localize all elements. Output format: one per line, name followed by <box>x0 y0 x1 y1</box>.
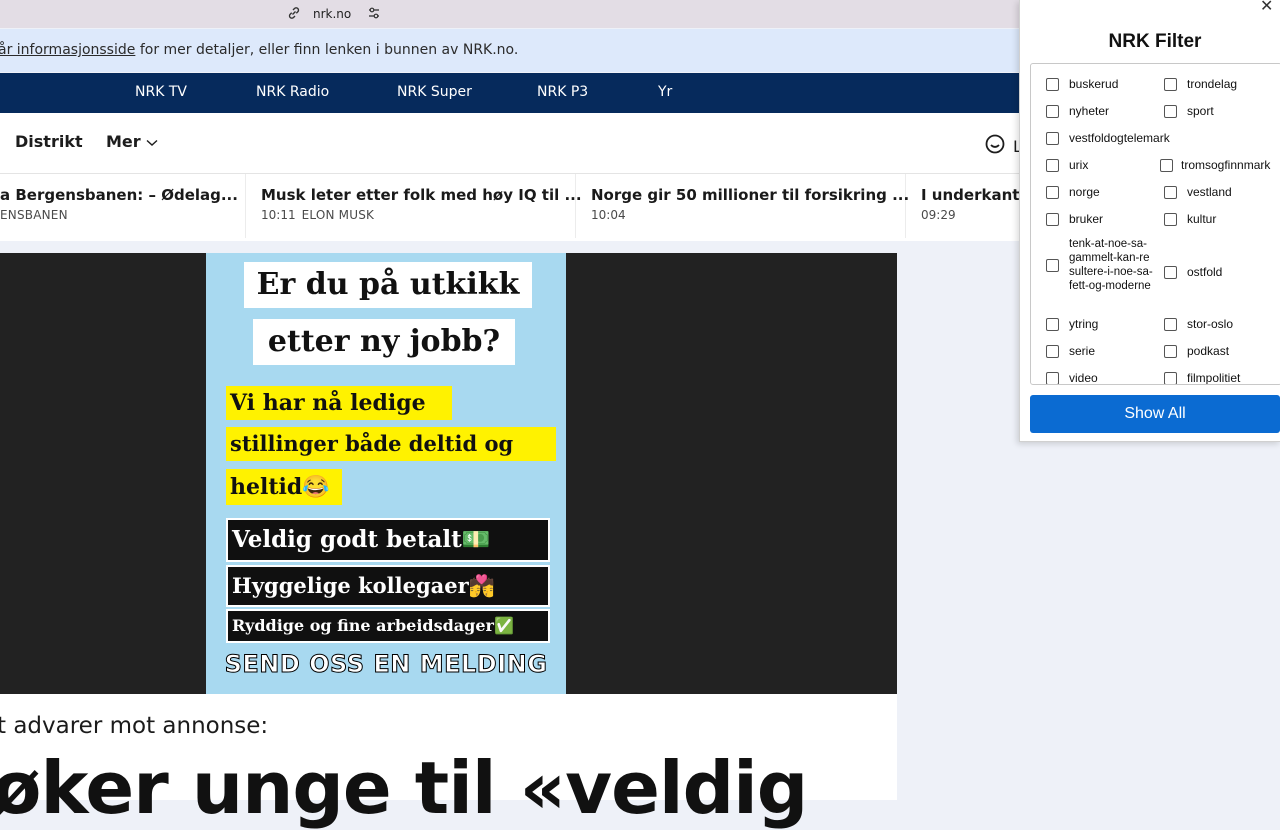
checkbox[interactable] <box>1164 77 1177 91</box>
url-text[interactable]: nrk.no <box>313 7 351 21</box>
checkbox[interactable] <box>1046 131 1059 145</box>
filter-list[interactable]: buskerud nyheter vestfoldogtelemark urix… <box>1030 63 1280 385</box>
checkbox[interactable] <box>1046 371 1059 384</box>
filter-checkbox-vestfoldogtelemark[interactable]: vestfoldogtelemark <box>1046 131 1170 145</box>
filter-checkbox-sport[interactable]: sport <box>1164 104 1214 118</box>
filter-checkbox-ytring[interactable]: ytring <box>1046 317 1098 331</box>
article-hero-image[interactable]: Er du på utkikk etter ny jobb? Vi har nå… <box>0 253 897 694</box>
nav-nrk-radio[interactable]: NRK Radio <box>256 84 329 100</box>
poster-line: Er du på utkikk <box>244 262 532 308</box>
ticker-item[interactable]: Norge gir 50 millioner til forsikring ..… <box>576 174 910 238</box>
filter-checkbox-video[interactable]: video <box>1046 371 1098 384</box>
info-banner-text: for mer detaljer, eller finn lenken i bu… <box>135 42 519 58</box>
checkbox[interactable] <box>1046 258 1059 272</box>
article-header: t advarer mot annonse: øker unge til «ve… <box>0 694 897 830</box>
panel-title: NRK Filter <box>1108 31 1202 52</box>
nav-nrk-p3[interactable]: NRK P3 <box>537 84 588 100</box>
ticker-item[interactable]: a Bergensbanen: – Ødelag... ENSBANEN <box>0 174 246 238</box>
checkbox[interactable] <box>1160 158 1173 172</box>
job-ad-poster: Er du på utkikk etter ny jobb? Vi har nå… <box>206 253 566 694</box>
poster-cta: SEND OSS EN MELDING <box>224 650 548 679</box>
filter-checkbox-filmpolitiet[interactable]: filmpolitiet <box>1164 371 1240 384</box>
filter-checkbox-ostfold[interactable]: ostfold <box>1164 265 1222 279</box>
poster-line: Veldig godt betalt💵 <box>226 518 550 562</box>
checkbox[interactable] <box>1164 185 1177 199</box>
ticker-time: 10:11 <box>261 208 296 222</box>
checkbox[interactable] <box>1046 77 1059 91</box>
filter-checkbox-podkast[interactable]: podkast <box>1164 344 1229 358</box>
filter-checkbox-bruker[interactable]: bruker <box>1046 212 1103 226</box>
filter-checkbox-tromsogfinnmark[interactable]: tromsogfinnmark <box>1160 158 1270 172</box>
filter-checkbox-stor-oslo[interactable]: stor-oslo <box>1164 317 1233 331</box>
checkbox[interactable] <box>1046 185 1059 199</box>
filter-checkbox-vestland[interactable]: vestland <box>1164 185 1232 199</box>
checkbox[interactable] <box>1164 212 1177 226</box>
nav-nrk-tv[interactable]: NRK TV <box>135 84 187 100</box>
ticker-tag: ELON MUSK <box>301 208 375 222</box>
checkbox[interactable] <box>1046 158 1059 172</box>
close-icon[interactable]: ✕ <box>1260 0 1273 16</box>
checkbox[interactable] <box>1046 344 1059 358</box>
filter-checkbox-nyheter[interactable]: nyheter <box>1046 104 1109 118</box>
chevron-down-icon <box>146 132 158 151</box>
user-smile-icon <box>985 134 1005 158</box>
link-icon[interactable] <box>287 6 301 23</box>
checkbox[interactable] <box>1164 344 1177 358</box>
filter-checkbox-trondelag[interactable]: trondelag <box>1164 77 1237 91</box>
nav-yr[interactable]: Yr <box>658 84 672 100</box>
nrk-filter-panel: ✕ NRK Filter buskerud nyheter vestfoldog… <box>1019 0 1280 442</box>
checkbox[interactable] <box>1164 104 1177 118</box>
checkbox[interactable] <box>1046 104 1059 118</box>
poster-line: heltid😂 <box>226 469 342 505</box>
nav-nrk-super[interactable]: NRK Super <box>397 84 472 100</box>
show-all-button[interactable]: Show All <box>1030 395 1280 433</box>
poster-line: Vi har nå ledige <box>226 386 452 420</box>
filter-checkbox-buskerud[interactable]: buskerud <box>1046 77 1118 91</box>
tune-icon[interactable] <box>367 6 381 23</box>
login-button[interactable]: L <box>985 134 1022 158</box>
checkbox[interactable] <box>1164 317 1177 331</box>
checkbox[interactable] <box>1046 317 1059 331</box>
poster-line: Hyggelige kollegaer💏 <box>226 565 550 607</box>
ticker-title: Musk leter etter folk med høy IQ til ... <box>261 186 582 204</box>
nav-mer[interactable]: Mer <box>106 132 158 151</box>
ticker-title: Norge gir 50 millioner til forsikring ..… <box>591 186 910 204</box>
filter-checkbox-kultur[interactable]: kultur <box>1164 212 1216 226</box>
poster-line: stillinger både deltid og <box>226 427 556 461</box>
article-headline[interactable]: øker unge til «veldig <box>0 746 808 830</box>
checkbox[interactable] <box>1046 212 1059 226</box>
nav-mer-label: Mer <box>106 132 141 151</box>
poster-line: etter ny jobb? <box>253 319 515 365</box>
poster-line: Ryddige og fine arbeidsdager✅ <box>226 609 550 643</box>
ticker-tag: ENSBANEN <box>0 208 68 222</box>
filter-checkbox-norge[interactable]: norge <box>1046 185 1100 199</box>
filter-checkbox-serie[interactable]: serie <box>1046 344 1095 358</box>
info-page-link[interactable]: år informasjonsside <box>0 42 135 58</box>
ticker-item[interactable]: Musk leter etter folk med høy IQ til ...… <box>246 174 582 238</box>
nav-distrikt[interactable]: Distrikt <box>15 132 83 151</box>
checkbox[interactable] <box>1164 371 1177 384</box>
filter-checkbox-tenk[interactable]: tenk-at-noe-sa-gammelt-kan-resultere-i-n… <box>1046 237 1153 293</box>
filter-checkbox-urix[interactable]: urix <box>1046 158 1088 172</box>
checkbox[interactable] <box>1164 265 1177 279</box>
article-kicker: t advarer mot annonse: <box>0 713 269 739</box>
ticker-item[interactable]: I underkant av 09:29 <box>906 174 1045 238</box>
ticker-time: 09:29 <box>921 208 956 222</box>
ticker-time: 10:04 <box>591 208 626 222</box>
ticker-title: a Bergensbanen: – Ødelag... <box>0 186 238 204</box>
